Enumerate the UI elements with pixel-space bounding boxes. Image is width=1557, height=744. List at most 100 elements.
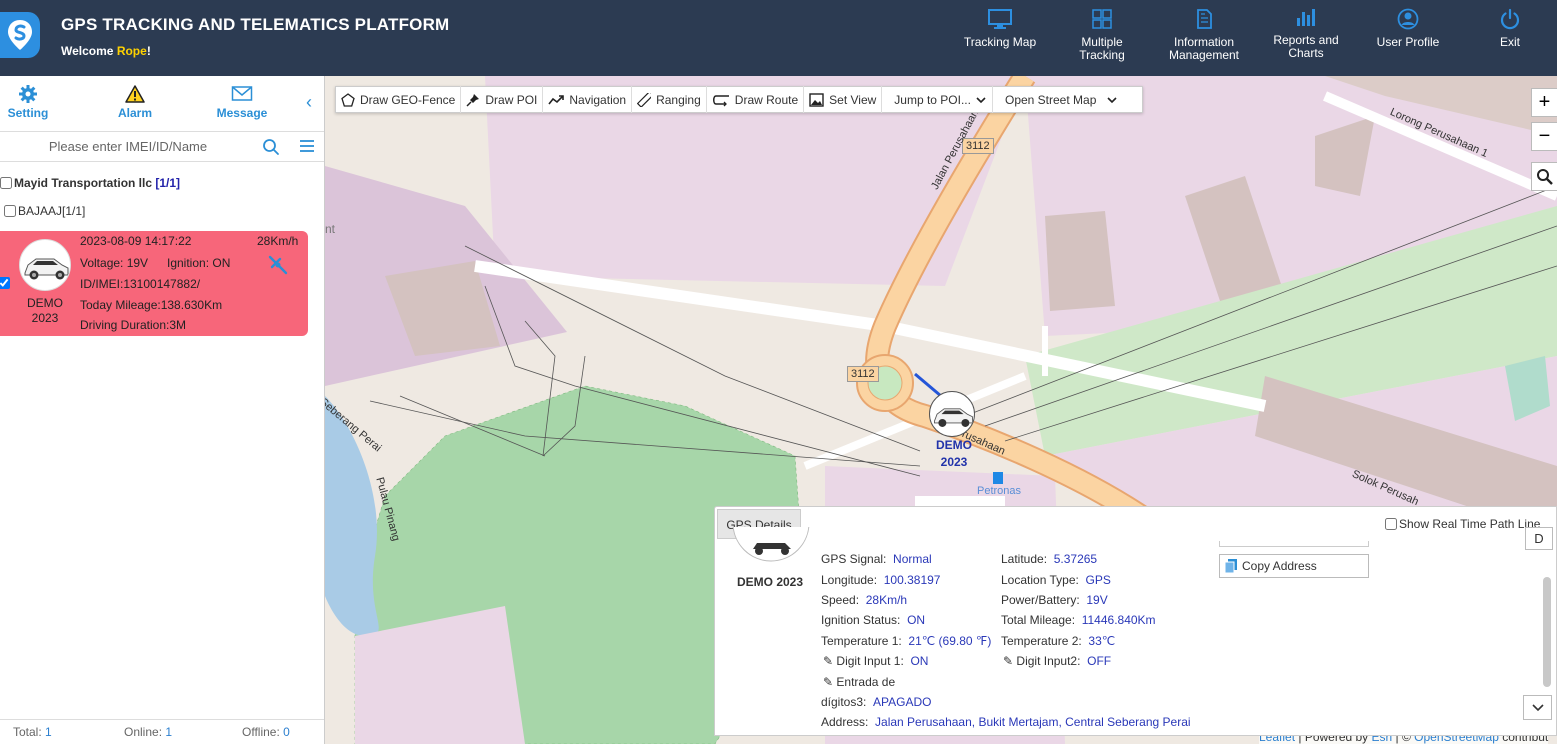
tab-message[interactable]: Message bbox=[207, 84, 277, 120]
nav-tracking-map[interactable]: Tracking Map bbox=[950, 8, 1050, 49]
gps-digit-input-1: ✎ Digit Input 1: ON bbox=[823, 654, 928, 668]
nav-label: User Profile bbox=[1376, 35, 1440, 49]
draw-route-button[interactable]: Draw Route bbox=[707, 86, 805, 113]
details-d-button[interactable]: D bbox=[1525, 527, 1553, 550]
tab-label: Message bbox=[216, 106, 268, 120]
nav-label: Reports and Charts bbox=[1273, 33, 1339, 60]
set-view-button[interactable]: Set View bbox=[804, 86, 883, 113]
field-label: Ignition Status: bbox=[821, 613, 901, 627]
search-icon[interactable] bbox=[262, 138, 280, 159]
map-search-button[interactable] bbox=[1531, 162, 1557, 191]
field-label: dígitos3: bbox=[821, 695, 867, 709]
field-label: Location Type: bbox=[1001, 573, 1079, 587]
gps-digit-input-3-label: ✎ Entrada de bbox=[823, 675, 895, 689]
field-value: GPS bbox=[1085, 573, 1111, 587]
realtime-path-label: Show Real Time Path Line bbox=[1399, 517, 1541, 531]
details-scrollbar[interactable] bbox=[1543, 577, 1551, 687]
field-value: 11446.840Km bbox=[1081, 613, 1156, 627]
online-value: 1 bbox=[165, 725, 173, 739]
device-search-input[interactable] bbox=[0, 132, 256, 161]
device-checkbox[interactable] bbox=[0, 277, 10, 289]
map-type-dropdown[interactable]: Open Street Map bbox=[993, 86, 1123, 113]
satellite-icon bbox=[266, 253, 290, 280]
gps-address: Address: Jalan Perusahaan, Bukit Mertaja… bbox=[821, 715, 1191, 729]
realtime-path-checkbox[interactable] bbox=[1385, 518, 1397, 530]
chevron-down-icon bbox=[1107, 96, 1117, 103]
gps-power-battery: Power/Battery: 19V bbox=[1001, 593, 1108, 607]
field-value: 19V bbox=[1086, 593, 1108, 607]
group-checkbox[interactable] bbox=[0, 177, 12, 189]
navigation-button[interactable]: Navigation bbox=[543, 86, 633, 113]
map-pin-logo-icon bbox=[8, 20, 32, 50]
field-value: 21℃ (69.80 ℉) bbox=[908, 634, 992, 648]
field-label: Total Mileage: bbox=[1001, 613, 1076, 627]
scroll-down-button[interactable] bbox=[1523, 695, 1552, 720]
jump-to-poi-dropdown[interactable]: Jump to POI... bbox=[882, 86, 993, 113]
search-icon bbox=[1536, 169, 1553, 185]
zoom-in-button[interactable]: + bbox=[1531, 88, 1557, 117]
nav-label: Multiple Tracking bbox=[1079, 35, 1125, 62]
tab-alarm[interactable]: Alarm bbox=[100, 84, 170, 120]
field-label: GPS Signal: bbox=[821, 552, 887, 566]
envelope-icon bbox=[207, 84, 277, 104]
field-label: Temperature 1: bbox=[821, 634, 902, 648]
gps-details-panel: GPS Details Show Real Time Path Line D D… bbox=[714, 506, 1557, 736]
field-value: 33℃ bbox=[1088, 634, 1116, 648]
vehicle-marker[interactable] bbox=[929, 391, 975, 437]
nav-user-profile[interactable]: User Profile bbox=[1358, 8, 1458, 49]
poi-label-petronas: Petronas bbox=[977, 485, 1022, 497]
draw-geofence-button[interactable]: Draw GEO-Fence bbox=[336, 86, 462, 113]
nav-reports-and-charts[interactable]: Reports and Charts bbox=[1256, 6, 1356, 60]
field-value: 28Km/h bbox=[865, 593, 908, 607]
toolbar-label: Draw POI bbox=[485, 92, 538, 107]
device-ignition: Ignition: ON bbox=[167, 256, 231, 270]
device-sidebar: Setting Alarm Message ‹ Mayid Transporta… bbox=[0, 76, 325, 744]
car-icon bbox=[24, 258, 69, 280]
list-menu-icon[interactable] bbox=[299, 138, 315, 157]
edit-icon[interactable]: ✎ bbox=[1003, 654, 1013, 668]
edit-icon[interactable]: ✎ bbox=[823, 654, 833, 668]
car-icon bbox=[933, 408, 973, 427]
zoom-out-button[interactable]: − bbox=[1531, 122, 1557, 151]
total-count: Total: 1 bbox=[13, 725, 52, 739]
toolbar-label: Ranging bbox=[656, 92, 701, 107]
welcome-suffix: ! bbox=[146, 44, 151, 58]
tab-setting[interactable]: Setting bbox=[0, 84, 63, 120]
draw-poi-button[interactable]: Draw POI bbox=[461, 86, 544, 113]
power-icon bbox=[1460, 8, 1557, 32]
ranging-button[interactable]: Ranging bbox=[632, 86, 707, 113]
field-label: Longitude: bbox=[821, 573, 878, 587]
road-number-label: 3112 bbox=[847, 366, 879, 382]
device-voltage: Voltage: 19V bbox=[80, 256, 149, 270]
offline-count: Offline: 0 bbox=[242, 725, 290, 739]
document-icon bbox=[1154, 8, 1254, 32]
field-value: Normal bbox=[893, 552, 932, 566]
image-icon bbox=[809, 92, 824, 107]
device-list-item[interactable]: DEMO 2023 2023-08-09 14:17:22 28Km/h Vol… bbox=[0, 231, 308, 336]
group-row: Mayid Transportation llc [1/1] bbox=[0, 176, 180, 190]
nav-information-management[interactable]: Information Management bbox=[1154, 8, 1254, 62]
copy-icon bbox=[1225, 559, 1237, 573]
vehicle-avatar bbox=[733, 527, 811, 569]
pin-icon bbox=[466, 93, 480, 107]
offline-value: 0 bbox=[283, 725, 290, 739]
online-label: Online: bbox=[124, 725, 163, 739]
subgroup-checkbox[interactable] bbox=[4, 205, 16, 217]
pentagon-icon bbox=[341, 92, 355, 107]
copy-address-button[interactable]: Copy Address bbox=[1219, 554, 1369, 578]
tab-label: Setting bbox=[7, 106, 49, 120]
app-logo bbox=[0, 12, 40, 58]
nav-multiple-tracking[interactable]: Multiple Tracking bbox=[1052, 8, 1152, 62]
copy-address-label: Copy Address bbox=[1242, 559, 1317, 573]
toolbar-label: Navigation bbox=[569, 92, 627, 107]
realtime-path-toggle[interactable]: Show Real Time Path Line bbox=[1385, 517, 1540, 531]
gps-digit-input-2: ✎ Digit Input2: OFF bbox=[1003, 654, 1111, 668]
collapse-sidebar-chevron-icon[interactable]: ‹ bbox=[306, 92, 312, 113]
edit-icon[interactable]: ✎ bbox=[823, 675, 833, 689]
nav-exit[interactable]: Exit bbox=[1460, 8, 1557, 49]
vehicle-marker-label: DEMO 2023 bbox=[936, 438, 972, 469]
field-value: ON bbox=[910, 654, 929, 668]
toolbar-label: Set View bbox=[829, 92, 877, 107]
field-label: Temperature 2: bbox=[1001, 634, 1082, 648]
car-icon bbox=[733, 527, 810, 562]
